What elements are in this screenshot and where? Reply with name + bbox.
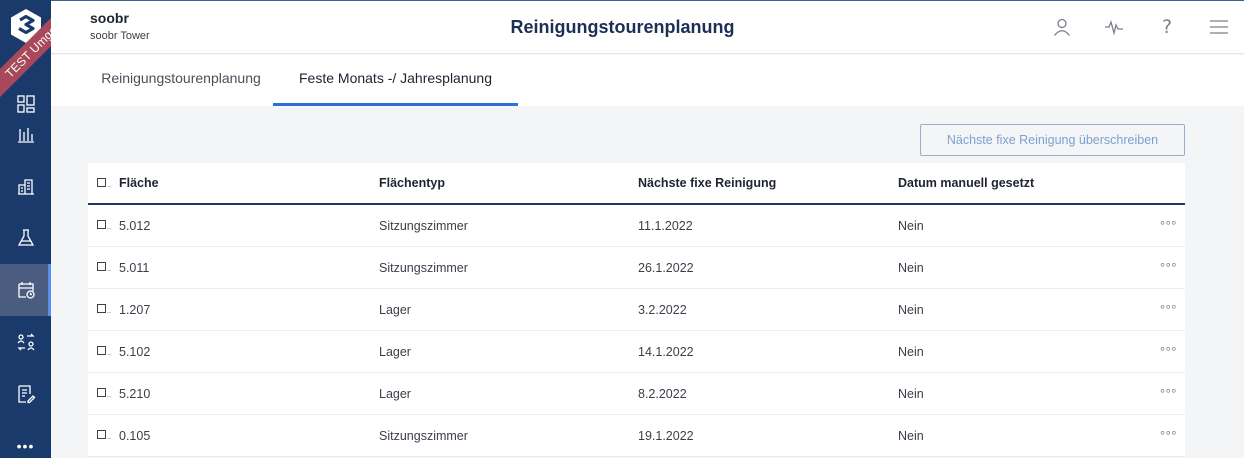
cell-area: 1.207: [119, 302, 151, 317]
table-row[interactable]: .. 5.012 Sitzungszimmer 11.1.2022 Nein °…: [88, 205, 1185, 247]
cell-manual: Nein: [898, 428, 924, 443]
cell-area: 5.102: [119, 344, 151, 359]
checkbox-truncation: ..: [107, 224, 111, 231]
help-button[interactable]: ?: [1155, 15, 1179, 39]
sidebar-item-reports[interactable]: [0, 368, 51, 420]
sidebar: TEST Umgebung •••: [0, 0, 51, 458]
sidebar-item-lab[interactable]: [0, 212, 51, 264]
menu-button[interactable]: [1207, 15, 1231, 39]
row-checkbox[interactable]: [97, 262, 106, 271]
tab-tour-planning[interactable]: Reinigungstourenplanung: [70, 55, 292, 106]
row-menu-icon[interactable]: °°°: [1160, 415, 1177, 456]
page-title: Reinigungstourenplanung: [510, 17, 735, 37]
checkbox-truncation: ..: [107, 434, 111, 441]
row-checkbox[interactable]: [97, 430, 106, 439]
column-header-type[interactable]: Flächentyp: [379, 163, 445, 203]
table-row[interactable]: .. 5.210 Lager 8.2.2022 Nein °°°: [88, 373, 1185, 415]
checkbox-truncation: ..: [107, 308, 111, 315]
tab-fixed-planning[interactable]: Feste Monats -/ Jahresplanung: [273, 55, 518, 106]
cell-next-cleaning: 8.2.2022: [638, 386, 687, 401]
cell-type: Lager: [379, 344, 411, 359]
cell-next-cleaning: 3.2.2022: [638, 302, 687, 317]
row-checkbox[interactable]: [97, 346, 106, 355]
sidebar-item-more[interactable]: •••: [0, 420, 51, 458]
checkbox-truncation: ..: [107, 266, 111, 273]
activity-button[interactable]: [1102, 15, 1126, 39]
app-header: soobr soobr Tower Reinigungstourenplanun…: [51, 0, 1244, 54]
flask-icon: [17, 229, 34, 246]
calendar-clock-icon: [17, 282, 35, 299]
table-row[interactable]: .. 5.011 Sitzungszimmer 26.1.2022 Nein °…: [88, 247, 1185, 289]
activity-icon: [1105, 19, 1123, 36]
cell-next-cleaning: 11.1.2022: [638, 218, 693, 233]
areas-table: .. Fläche Flächentyp Nächste fixe Reinig…: [88, 163, 1185, 457]
cell-area: 5.012: [119, 218, 151, 233]
row-checkbox[interactable]: [97, 388, 106, 397]
more-icon: •••: [16, 438, 35, 454]
tab-bar: Reinigungstourenplanung Feste Monats -/ …: [51, 55, 1244, 106]
cell-next-cleaning: 14.1.2022: [638, 344, 694, 359]
cell-manual: Nein: [898, 260, 924, 275]
table-row[interactable]: .. 0.105 Sitzungszimmer 19.1.2022 Nein °…: [88, 415, 1185, 457]
cell-next-cleaning: 19.1.2022: [638, 428, 694, 443]
column-header-next-cleaning[interactable]: Nächste fixe Reinigung: [638, 163, 776, 203]
cell-manual: Nein: [898, 344, 924, 359]
bar-chart-icon: [17, 128, 34, 143]
cell-manual: Nein: [898, 386, 924, 401]
table-header: .. Fläche Flächentyp Nächste fixe Reinig…: [88, 163, 1185, 205]
override-next-cleaning-button[interactable]: Nächste fixe Reinigung überschreiben: [920, 124, 1185, 156]
row-checkbox[interactable]: [97, 220, 106, 229]
row-menu-icon[interactable]: °°°: [1160, 289, 1177, 330]
cell-type: Lager: [379, 386, 411, 401]
cell-next-cleaning: 26.1.2022: [638, 260, 694, 275]
table-row[interactable]: .. 1.207 Lager 3.2.2022 Nein °°°: [88, 289, 1185, 331]
cell-type: Sitzungszimmer: [379, 218, 468, 233]
column-header-manual[interactable]: Datum manuell gesetzt: [898, 163, 1034, 203]
select-all-checkbox[interactable]: [97, 178, 106, 187]
cell-area: 0.105: [119, 428, 151, 443]
cell-area: 5.210: [119, 386, 151, 401]
cell-type: Lager: [379, 302, 411, 317]
user-icon: [1053, 18, 1071, 36]
row-checkbox[interactable]: [97, 304, 106, 313]
row-menu-icon[interactable]: °°°: [1160, 247, 1177, 288]
checkbox-truncation: ..: [107, 392, 111, 399]
row-menu-icon[interactable]: °°°: [1160, 205, 1177, 246]
hamburger-menu-icon: [1210, 20, 1228, 34]
document-edit-icon: [17, 385, 35, 404]
swap-people-icon: [16, 333, 35, 351]
cell-area: 5.011: [119, 260, 150, 275]
checkbox-truncation: ..: [107, 350, 111, 357]
sidebar-item-statistics[interactable]: [0, 108, 51, 160]
checkbox-truncation: ..: [107, 182, 111, 189]
sidebar-item-assignments[interactable]: [0, 316, 51, 368]
cell-type: Sitzungszimmer: [379, 428, 468, 443]
buildings-icon: [17, 179, 34, 195]
help-icon: ?: [1161, 16, 1173, 38]
cell-manual: Nein: [898, 302, 924, 317]
row-menu-icon[interactable]: °°°: [1160, 331, 1177, 372]
sidebar-item-buildings[interactable]: [0, 160, 51, 212]
user-button[interactable]: [1050, 15, 1074, 39]
column-header-area[interactable]: Fläche: [119, 163, 159, 203]
cell-type: Sitzungszimmer: [379, 260, 468, 275]
cell-manual: Nein: [898, 218, 924, 233]
row-menu-icon[interactable]: °°°: [1160, 373, 1177, 414]
sidebar-item-planning[interactable]: [0, 264, 51, 316]
table-row[interactable]: .. 5.102 Lager 14.1.2022 Nein °°°: [88, 331, 1185, 373]
